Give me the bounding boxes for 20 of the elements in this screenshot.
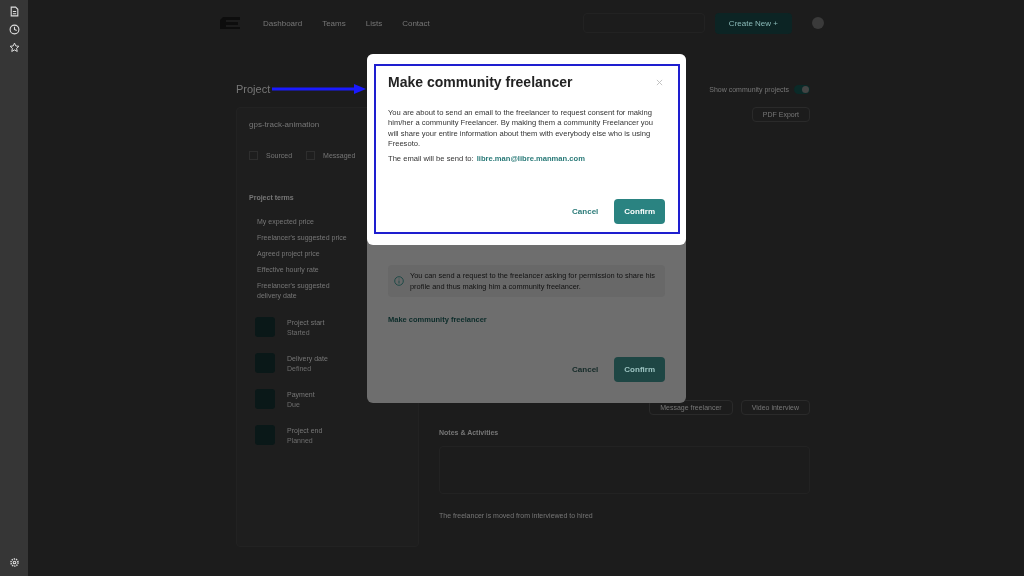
nav-link[interactable]: Teams — [322, 18, 346, 28]
settings-icon[interactable] — [8, 557, 20, 568]
document-icon[interactable] — [8, 6, 20, 17]
clock-icon[interactable] — [8, 24, 20, 35]
create-button[interactable]: Create New + — [714, 12, 792, 34]
cancel-button[interactable]: Cancel — [566, 364, 605, 375]
star-icon[interactable] — [8, 42, 20, 53]
community-toggle[interactable] — [794, 84, 810, 94]
confirm-button[interactable]: Confirm — [614, 357, 665, 382]
confirm-button[interactable]: Confirm — [614, 199, 665, 224]
avatar[interactable] — [812, 17, 824, 29]
project-name: gps-track-animation — [249, 120, 320, 129]
dialog-title: Make community freelancer — [388, 74, 573, 90]
nav-link[interactable]: Lists — [365, 18, 383, 28]
nav-link[interactable]: Dashboard — [263, 18, 303, 28]
nav-link[interactable]: Contact — [402, 18, 430, 28]
page-title: Project — [236, 83, 271, 95]
info-icon — [394, 276, 404, 286]
cancel-button[interactable]: Cancel — [566, 206, 605, 217]
close-icon[interactable] — [656, 78, 663, 86]
